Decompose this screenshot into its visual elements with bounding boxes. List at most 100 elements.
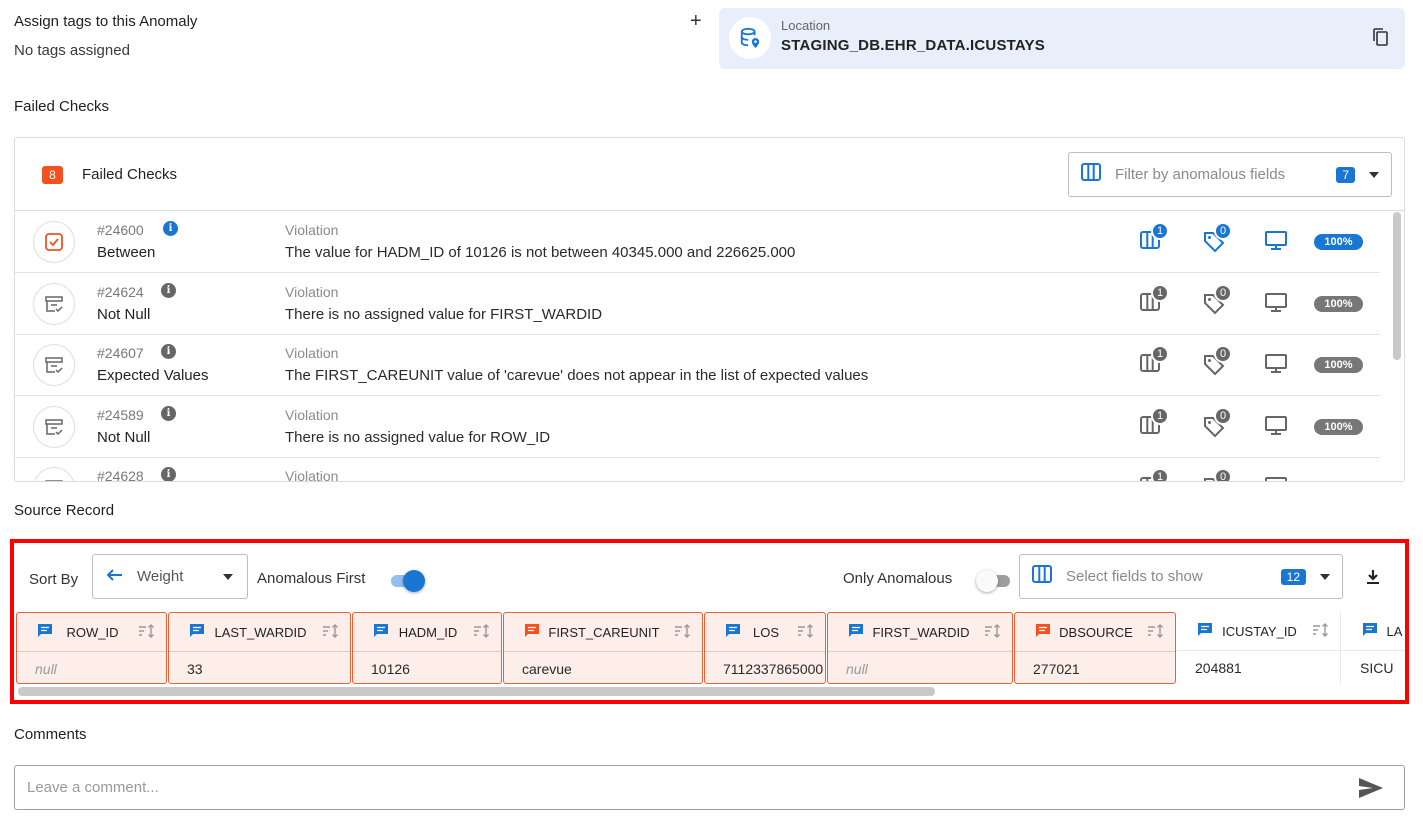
violation-text: There is no assigned value for ROW_ID	[285, 429, 551, 446]
source-record-panel: Sort By Weight Anomalous First Only Anom…	[10, 539, 1409, 704]
tags-count-badge: 0	[1214, 284, 1232, 302]
fields-count-badge: 1	[1151, 407, 1169, 425]
tags-count-badge: 0	[1214, 345, 1232, 363]
only-anomalous-toggle[interactable]	[976, 570, 1012, 592]
failed-check-row[interactable]: #24607 i Expected Values Violation The FIRST…	[15, 334, 1380, 396]
comment-box	[14, 765, 1405, 810]
info-icon[interactable]: i	[161, 344, 176, 359]
column-name: FIRST_WARDID	[872, 624, 970, 640]
info-icon[interactable]: i	[161, 467, 176, 481]
comments-section-title: Comments	[14, 726, 87, 743]
column-name: LA	[1386, 623, 1403, 639]
tags-status: No tags assigned	[14, 42, 130, 59]
anomalous-fields-icon[interactable]: 1	[1140, 345, 1169, 377]
fields-count-badge: 1	[1151, 284, 1169, 302]
checks-scrollbar[interactable]	[1392, 212, 1402, 481]
location-value: STAGING_DB.EHR_DATA.ICUSTAYS	[781, 37, 1045, 54]
fields-to-show-select[interactable]: Select fields to show 12	[1019, 554, 1343, 599]
failed-check-row[interactable]: #24628 i Violation 1 0	[15, 457, 1380, 481]
column-header[interactable]: FIRST_CAREUNIT	[504, 613, 702, 651]
column-header[interactable]: LOS	[705, 613, 825, 651]
record-column: LOS 7112337865000	[704, 612, 826, 684]
column-name: DBSOURCE	[1059, 624, 1133, 640]
fields-placeholder: Select fields to show	[1066, 568, 1203, 585]
check-id: #24607	[97, 345, 144, 361]
comment-icon	[373, 623, 389, 641]
comment-icon	[524, 623, 540, 641]
location-card: Location STAGING_DB.EHR_DATA.ICUSTAYS	[719, 8, 1405, 69]
column-header[interactable]: HADM_ID	[353, 613, 501, 651]
anomalous-first-label: Anomalous First	[257, 570, 366, 587]
record-column: DBSOURCE 277021	[1014, 612, 1176, 684]
tags-count-badge: 0	[1214, 407, 1232, 425]
column-header[interactable]: FIRST_WARDID	[828, 613, 1012, 651]
monitor-icon[interactable]	[1265, 293, 1287, 318]
sort-icon[interactable]	[797, 623, 815, 641]
comment-icon	[189, 623, 205, 641]
monitor-icon[interactable]	[1265, 231, 1287, 256]
column-name: LAST_WARDID	[214, 624, 307, 640]
tag-icon[interactable]: 0	[1203, 407, 1232, 443]
download-icon[interactable]	[1366, 569, 1380, 590]
add-tag-button[interactable]: +	[690, 10, 702, 33]
info-icon[interactable]: i	[161, 406, 176, 421]
column-header[interactable]: DBSOURCE	[1015, 613, 1175, 651]
tag-icon[interactable]: 0	[1203, 284, 1232, 320]
column-header[interactable]: ROW_ID	[17, 613, 166, 651]
column-header[interactable]: LA	[1342, 612, 1405, 650]
anomalous-fields-icon[interactable]: 1	[1140, 284, 1169, 316]
chevron-down-icon	[223, 573, 233, 580]
sort-icon[interactable]	[1312, 622, 1330, 640]
violation-text: The FIRST_CAREUNIT value of 'carevue' do…	[285, 367, 869, 384]
record-column: LAST_WARDID 33	[168, 612, 351, 684]
database-location-icon	[729, 17, 771, 59]
anomalous-fields-filter[interactable]: Filter by anomalous fields 7	[1068, 152, 1392, 197]
coverage-badge: 100%	[1314, 357, 1363, 373]
tags-count-badge: 0	[1214, 222, 1232, 240]
monitor-icon[interactable]	[1265, 477, 1287, 481]
filter-placeholder: Filter by anomalous fields	[1115, 166, 1286, 183]
filter-count-badge: 7	[1336, 166, 1355, 183]
tag-icon[interactable]: 0	[1203, 222, 1232, 258]
copy-icon[interactable]	[1372, 28, 1389, 52]
info-icon[interactable]: i	[161, 283, 176, 298]
sort-icon[interactable]	[1147, 623, 1165, 641]
columns-icon	[1032, 565, 1052, 588]
column-value: null	[17, 651, 166, 685]
sort-icon[interactable]	[322, 623, 340, 641]
sort-icon[interactable]	[674, 623, 692, 641]
sort-icon[interactable]	[984, 623, 1002, 641]
info-icon[interactable]: i	[163, 221, 178, 236]
send-icon[interactable]	[1358, 777, 1384, 804]
monitor-icon[interactable]	[1265, 354, 1287, 379]
fields-count-badge: 1	[1151, 222, 1169, 240]
anomalous-first-toggle[interactable]	[389, 570, 425, 592]
source-record-grid: ROW_ID null LAST_WARDID 33 HADM_ID 10126 FIRST…	[14, 612, 1405, 685]
comment-icon	[1035, 623, 1051, 641]
sort-by-select[interactable]: Weight	[92, 554, 248, 599]
sort-icon[interactable]	[473, 623, 491, 641]
monitor-icon[interactable]	[1265, 416, 1287, 441]
tag-icon[interactable]: 0	[1203, 345, 1232, 381]
column-header[interactable]: LAST_WARDID	[169, 613, 350, 651]
comment-input[interactable]	[27, 766, 1327, 809]
tag-icon[interactable]: 0	[1203, 468, 1232, 481]
failed-check-row[interactable]: #24600 i Between Violation The value for HAD…	[15, 211, 1380, 273]
comment-icon	[1362, 622, 1378, 640]
sort-icon[interactable]	[138, 623, 156, 641]
sort-by-label: Sort By	[29, 571, 79, 588]
grid-horizontal-scrollbar[interactable]	[18, 687, 935, 696]
failed-check-row[interactable]: #24624 i Not Null Violation There is no assi…	[15, 273, 1380, 335]
violation-text: The value for HADM_ID of 10126 is not be…	[285, 244, 796, 261]
violation-label: Violation	[285, 407, 339, 423]
anomalous-fields-icon[interactable]: 1	[1140, 407, 1169, 439]
only-anomalous-label: Only Anomalous	[843, 570, 953, 587]
anomalous-fields-icon[interactable]: 1	[1140, 222, 1169, 254]
anomalous-fields-icon[interactable]: 1	[1140, 468, 1169, 481]
tags-count-badge: 0	[1214, 468, 1232, 481]
failed-check-row[interactable]: #24589 i Not Null Violation There is no assi…	[15, 396, 1380, 458]
column-header[interactable]: ICUSTAY_ID	[1177, 612, 1340, 650]
failed-checks-count-badge: 8	[42, 166, 63, 184]
source-record-section-title: Source Record	[14, 502, 115, 519]
chevron-down-icon	[1369, 171, 1379, 178]
